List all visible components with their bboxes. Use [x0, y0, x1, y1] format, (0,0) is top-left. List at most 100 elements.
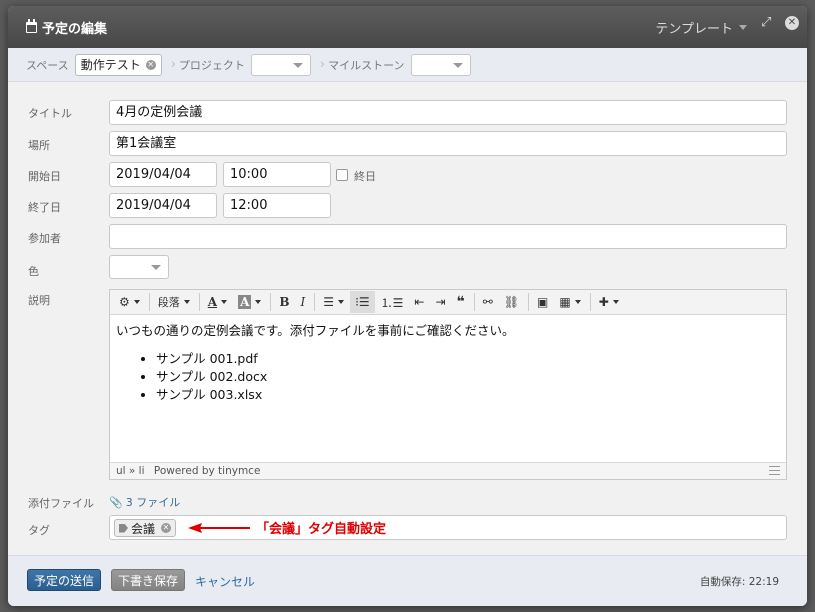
quote-icon: ❝ [456, 294, 465, 310]
attendees-input[interactable] [109, 224, 787, 249]
table-menu-button[interactable]: ▦ [554, 291, 585, 313]
text-color-icon: A [207, 295, 218, 309]
unlink-icon: ⛓ [503, 295, 520, 309]
tag-chip[interactable]: 会議 ✕ [114, 519, 177, 537]
rich-text-editor: ⚙ 段落 A A B I ☰ ⁝☰ ⒈☰ ⇤ ⇥ ❝ ⚯ ⛓ ▣ ▦ ✚ いつも… [109, 289, 787, 480]
toolbar-divider [198, 293, 200, 311]
attachments-link[interactable]: 📎 3 ファイル [109, 494, 180, 510]
bold-button[interactable]: B [274, 291, 294, 313]
background-color-button[interactable]: A [233, 291, 266, 313]
chevron-down-icon [255, 300, 262, 304]
tag-icon [119, 523, 128, 533]
chevron-down-icon [612, 300, 619, 304]
toolbar-divider [270, 293, 272, 311]
paragraph-format-select[interactable]: 段落 [153, 291, 195, 313]
toolbar-divider [473, 293, 475, 311]
space-chip[interactable]: 動作テスト ✕ [74, 53, 162, 76]
milestone-label: マイルストーン [328, 58, 405, 72]
italic-button[interactable]: I [296, 291, 311, 313]
annotation-arrow-icon [188, 523, 250, 533]
tag-chip-text: 会議 [131, 521, 156, 536]
editor-content[interactable]: いつもの通りの定例会議です。添付ファイルを事前にご確認ください。 サンプル 00… [110, 315, 786, 411]
allday-checkbox[interactable] [336, 169, 348, 181]
chevron-right-icon: › [170, 57, 176, 72]
editor-intro-text: いつもの通りの定例会議です。添付ファイルを事前にご確認ください。 [116, 323, 515, 338]
outdent-icon: ⇤ [414, 295, 425, 309]
puzzle-icon: ✚ [598, 295, 609, 309]
project-label: プロジェクト [178, 58, 245, 72]
paragraph-format-label: 段落 [157, 296, 180, 309]
toolbar-divider [528, 293, 530, 311]
place-label: 場所 [28, 139, 50, 152]
bullet-list-button[interactable]: ⁝☰ [350, 291, 375, 313]
attachments-label: 添付ファイル [28, 497, 94, 510]
list-item: サンプル 001.pdf [156, 350, 780, 368]
toolbar-divider [148, 293, 150, 311]
send-event-button[interactable]: 予定の送信 [27, 569, 101, 591]
editor-statusbar: ul » li Powered by tinymce [110, 462, 786, 479]
chevron-down-icon [739, 25, 747, 30]
image-icon: ▣ [537, 295, 549, 309]
link-icon: ⚯ [482, 295, 493, 309]
attendees-label: 参加者 [28, 232, 61, 245]
remove-tag-icon[interactable]: ✕ [161, 523, 172, 533]
remove-space-icon[interactable]: ✕ [145, 59, 156, 70]
background-color-icon: A [238, 295, 252, 309]
dialog-footer: 予定の送信 下書き保存 キャンセル 自動保存: 22:19 [8, 555, 807, 606]
autosave-status: 自動保存: 22:19 [699, 576, 779, 588]
cancel-link[interactable]: キャンセル [195, 573, 255, 590]
template-menu[interactable]: テンプレート [655, 18, 747, 37]
description-label: 説明 [28, 294, 50, 307]
annotation-text: 「会議」タグ自動設定 [256, 522, 387, 537]
space-label: スペース [26, 58, 69, 72]
color-select[interactable] [109, 255, 169, 279]
paperclip-icon: 📎 [109, 495, 123, 509]
end-label: 終了日 [28, 201, 61, 214]
template-menu-label: テンプレート [655, 22, 733, 37]
title-label: タイトル [28, 107, 72, 120]
end-date-input[interactable]: 2019/04/04 [109, 193, 217, 218]
chevron-down-icon [221, 300, 228, 304]
unlink-button[interactable]: ⛓ [499, 291, 524, 313]
start-label: 開始日 [28, 170, 61, 183]
settings-menu-button[interactable]: ⚙ [114, 291, 145, 313]
image-button[interactable]: ▣ [532, 291, 553, 313]
toolbar-divider [589, 293, 591, 311]
event-form: タイトル 4月の定例会議 場所 第1会議室 開始日 2019/04/04 10:… [8, 83, 807, 555]
color-label: 色 [28, 265, 39, 278]
editor-toolbar: ⚙ 段落 A A B I ☰ ⁝☰ ⒈☰ ⇤ ⇥ ❝ ⚯ ⛓ ▣ ▦ ✚ [110, 290, 786, 315]
list-item: サンプル 003.xlsx [156, 386, 780, 404]
expand-icon[interactable]: ⤢ [761, 16, 775, 30]
start-time-input[interactable]: 10:00 [223, 162, 331, 187]
list-item: サンプル 002.docx [156, 368, 780, 386]
element-path[interactable]: ul » li [116, 465, 145, 477]
calendar-icon [26, 18, 37, 33]
milestone-select[interactable] [410, 53, 471, 76]
blockquote-button[interactable]: ❝ [452, 291, 470, 313]
space-chip-text: 動作テスト [80, 58, 141, 72]
chevron-down-icon [574, 300, 581, 304]
chevron-down-icon [183, 300, 190, 304]
title-input[interactable]: 4月の定例会議 [109, 100, 787, 125]
table-icon: ▦ [559, 295, 571, 309]
close-icon[interactable]: ✕ [785, 16, 799, 30]
chevron-right-icon: › [319, 57, 326, 72]
outdent-button[interactable]: ⇤ [409, 291, 429, 313]
plugins-menu-button[interactable]: ✚ [594, 291, 624, 313]
align-menu-button[interactable]: ☰ [318, 291, 349, 313]
indent-button[interactable]: ⇥ [430, 291, 450, 313]
text-color-button[interactable]: A [203, 291, 232, 313]
dialog-title: 予定の編集 [26, 18, 107, 37]
place-input[interactable]: 第1会議室 [109, 131, 787, 156]
start-date-input[interactable]: 2019/04/04 [109, 162, 217, 187]
resize-handle-icon[interactable] [769, 466, 780, 475]
link-button[interactable]: ⚯ [478, 291, 498, 313]
save-draft-button[interactable]: 下書き保存 [111, 569, 185, 591]
project-select[interactable] [250, 53, 311, 76]
tag-label: タグ [28, 524, 50, 537]
bullet-list-icon: ⁝☰ [355, 295, 370, 309]
dialog-title-text: 予定の編集 [42, 21, 108, 37]
end-time-input[interactable]: 12:00 [223, 193, 331, 218]
numbered-list-button[interactable]: ⒈☰ [376, 291, 409, 313]
chevron-down-icon [133, 300, 140, 304]
